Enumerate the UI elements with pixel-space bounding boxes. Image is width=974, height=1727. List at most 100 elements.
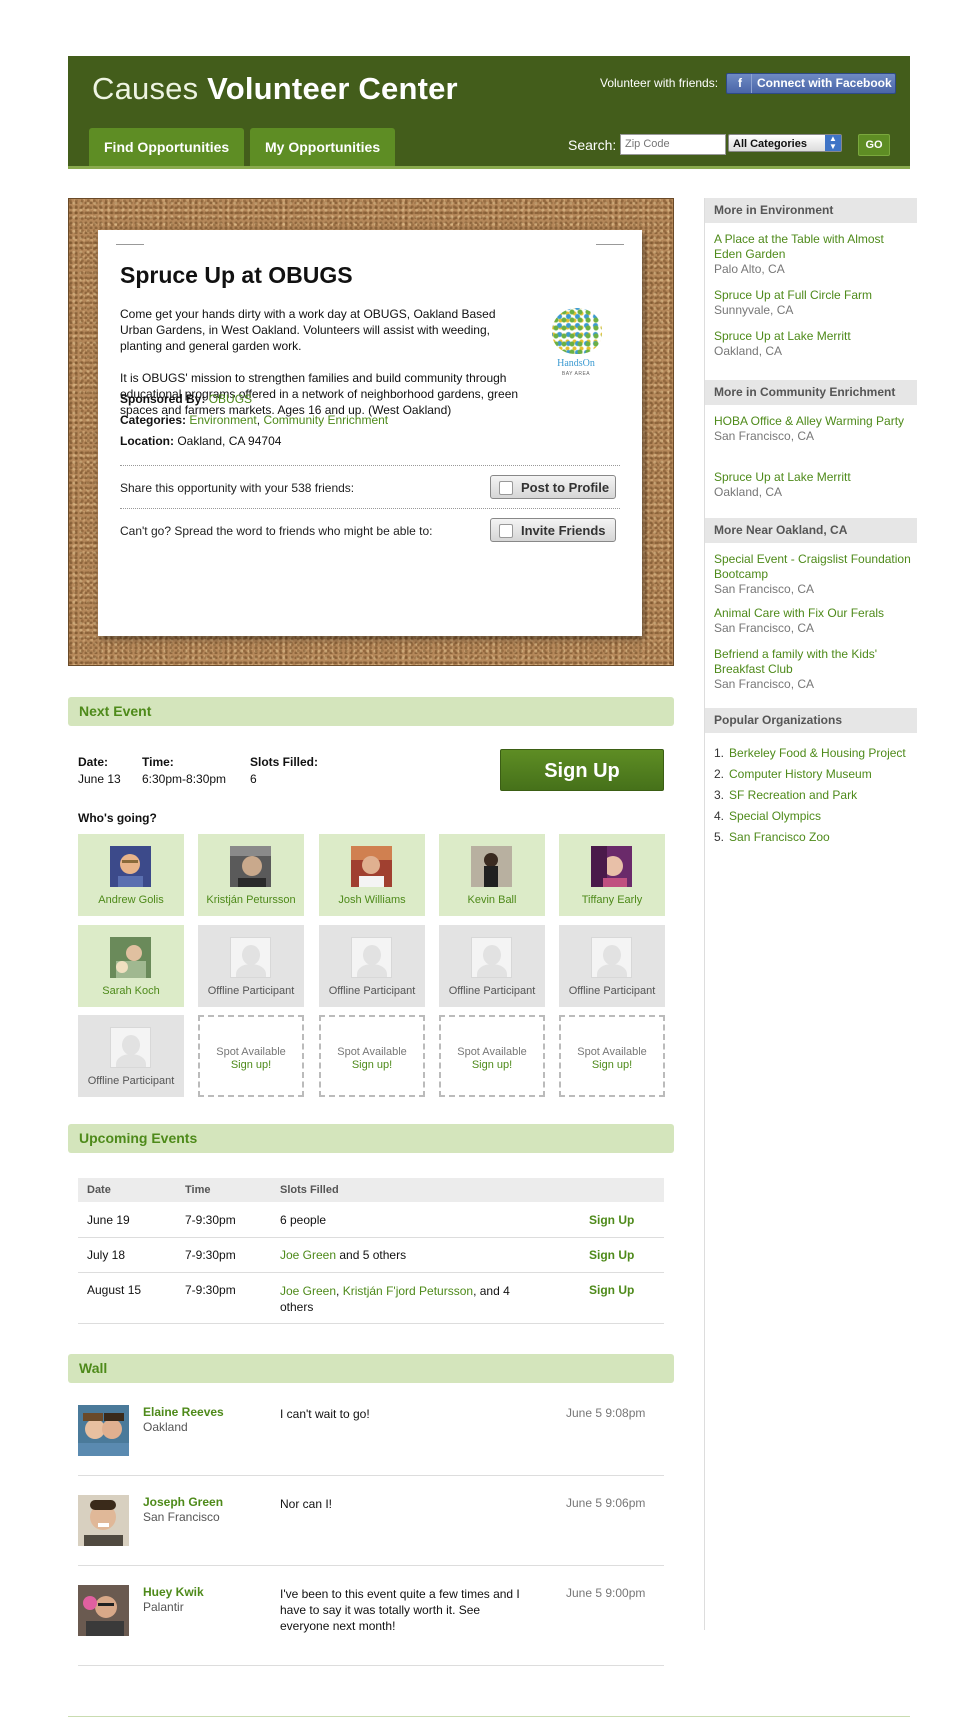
sidebar-item-title[interactable]: Spruce Up at Lake Merritt xyxy=(714,329,914,344)
logo-subtitle: BAY AREA xyxy=(561,371,591,377)
participant-tile[interactable]: Andrew Golis xyxy=(78,834,184,916)
popular-org-item[interactable]: 1. Berkeley Food & Housing Project xyxy=(714,746,906,760)
sidebar-item[interactable]: A Place at the Table with Almost Eden Ga… xyxy=(714,232,914,277)
popular-org-name[interactable]: SF Recreation and Park xyxy=(729,788,857,802)
upcoming-events-heading: Upcoming Events xyxy=(68,1124,674,1153)
sidebar-item[interactable]: Spruce Up at Lake Merritt Oakland, CA xyxy=(714,470,914,500)
participant-tile[interactable]: Kristján Petursson xyxy=(198,834,304,916)
friend-link[interactable]: Kristján F'jord Petursson xyxy=(343,1284,473,1298)
handson-bay-area-logo: HandsOn BAY AREA xyxy=(544,308,608,384)
location-label: Location: xyxy=(120,434,174,448)
description-paragraph-1: Come get your hands dirty with a work da… xyxy=(120,307,496,353)
post-timestamp: June 5 9:00pm xyxy=(566,1586,646,1600)
sidebar-item-title[interactable]: Spruce Up at Lake Merritt xyxy=(714,470,914,485)
default-avatar-icon xyxy=(591,937,632,978)
date-value: June 13 xyxy=(78,772,121,786)
popular-org-name[interactable]: Special Olympics xyxy=(729,809,821,823)
popular-org-item[interactable]: 2. Computer History Museum xyxy=(714,767,872,781)
popular-org-name[interactable]: Computer History Museum xyxy=(729,767,872,781)
sidebar-heading-environment: More in Environment xyxy=(705,198,917,223)
sidebar: More in Environment A Place at the Table… xyxy=(704,198,917,1630)
post-message: I can't wait to go! xyxy=(280,1407,370,1421)
row-slots: Joe Green and 5 others xyxy=(280,1248,406,1262)
table-header: Date Time Slots Filled xyxy=(78,1178,664,1202)
sidebar-item[interactable]: Special Event - Craigslist Foundation Bo… xyxy=(714,552,914,597)
sidebar-item-title[interactable]: Special Event - Craigslist Foundation Bo… xyxy=(714,552,914,582)
logo-name: HandsOn xyxy=(557,358,595,369)
sidebar-item[interactable]: Animal Care with Fix Our Ferals San Fran… xyxy=(714,606,914,636)
participant-tile[interactable]: Sarah Koch xyxy=(78,925,184,1007)
offline-participant-tile: Offline Participant xyxy=(559,925,665,1007)
divider xyxy=(120,508,620,509)
popular-org-number: 2. xyxy=(714,767,725,781)
spot-sign-up-link[interactable]: Sign up! xyxy=(200,1059,302,1071)
whos-going-label: Who's going? xyxy=(78,811,157,825)
offline-participant-tile: Offline Participant xyxy=(78,1015,184,1097)
invite-friends-button[interactable]: Invite Friends xyxy=(490,518,616,542)
poster-location: Oakland xyxy=(143,1420,188,1434)
spot-available-tile[interactable]: Spot Available Sign up! xyxy=(559,1015,665,1097)
popular-org-item[interactable]: 4. Special Olympics xyxy=(714,809,821,823)
spot-sign-up-link[interactable]: Sign up! xyxy=(441,1059,543,1071)
spot-available-tile[interactable]: Spot Available Sign up! xyxy=(319,1015,425,1097)
participant-tile[interactable]: Kevin Ball xyxy=(439,834,545,916)
post-to-profile-label: Post to Profile xyxy=(521,480,610,495)
popular-org-number: 3. xyxy=(714,788,725,802)
sidebar-item-title[interactable]: Animal Care with Fix Our Ferals xyxy=(714,606,914,621)
avatar xyxy=(78,1495,129,1546)
sidebar-heading-near: More Near Oakland, CA xyxy=(705,518,917,543)
column-slots: Slots Filled xyxy=(280,1184,339,1196)
poster-name[interactable]: Joseph Green xyxy=(143,1495,223,1509)
post-to-profile-button[interactable]: Post to Profile xyxy=(490,475,616,499)
poster-name[interactable]: Huey Kwik xyxy=(143,1585,204,1599)
category-link-community[interactable]: Community Enrichment xyxy=(263,413,388,427)
avatar xyxy=(230,846,271,887)
sidebar-item-title[interactable]: A Place at the Table with Almost Eden Ga… xyxy=(714,232,914,262)
row-sign-up-link[interactable]: Sign Up xyxy=(589,1248,634,1262)
footer-divider xyxy=(68,1716,910,1717)
slots-rest: and 5 others xyxy=(336,1248,407,1262)
sidebar-item-title[interactable]: Spruce Up at Full Circle Farm xyxy=(714,288,914,303)
popular-org-item[interactable]: 3. SF Recreation and Park xyxy=(714,788,857,802)
sidebar-item-title[interactable]: HOBA Office & Alley Warming Party xyxy=(714,414,914,429)
zip-code-input[interactable] xyxy=(620,134,726,155)
participant-tile[interactable]: Josh Williams xyxy=(319,834,425,916)
location: Location: Oakland, CA 94704 xyxy=(120,434,281,448)
spot-available-tile[interactable]: Spot Available Sign up! xyxy=(198,1015,304,1097)
spot-available-tile[interactable]: Spot Available Sign up! xyxy=(439,1015,545,1097)
sidebar-item[interactable]: HOBA Office & Alley Warming Party San Fr… xyxy=(714,414,914,444)
friend-link[interactable]: Joe Green xyxy=(280,1284,336,1298)
tab-find-opportunities[interactable]: Find Opportunities xyxy=(89,128,245,166)
go-button[interactable]: GO xyxy=(858,134,890,156)
site-title[interactable]: Causes Volunteer Center xyxy=(92,71,458,107)
sponsor-link[interactable]: OBUGS xyxy=(209,392,252,406)
category-select[interactable]: All Categories ▲ ▼ xyxy=(728,134,842,152)
table-row: August 15 7-9:30pm Joe Green, Kristján F… xyxy=(78,1272,664,1324)
popular-org-name[interactable]: San Francisco Zoo xyxy=(729,830,830,844)
participant-tile[interactable]: Tiffany Early xyxy=(559,834,665,916)
slots-label: Slots Filled: xyxy=(250,755,319,769)
participant-name: Offline Participant xyxy=(568,985,656,997)
sidebar-item-title[interactable]: Befriend a family with the Kids' Breakfa… xyxy=(714,647,914,677)
location-value: Oakland, CA 94704 xyxy=(177,434,282,448)
poster-name[interactable]: Elaine Reeves xyxy=(143,1405,224,1419)
friend-link[interactable]: Joe Green xyxy=(280,1248,336,1262)
connect-facebook-button[interactable]: f Connect with Facebook xyxy=(726,73,896,94)
sign-up-button[interactable]: Sign Up xyxy=(500,749,664,791)
row-sign-up-link[interactable]: Sign Up xyxy=(589,1283,634,1297)
handson-logo-dots xyxy=(552,308,602,354)
popular-org-item[interactable]: 5. San Francisco Zoo xyxy=(714,830,830,844)
search-label: Search: xyxy=(568,137,617,153)
popular-org-name[interactable]: Berkeley Food & Housing Project xyxy=(729,746,906,760)
row-sign-up-link[interactable]: Sign Up xyxy=(589,1213,634,1227)
sidebar-item-location: Palo Alto, CA xyxy=(714,262,785,276)
sidebar-item[interactable]: Spruce Up at Full Circle Farm Sunnyvale,… xyxy=(714,288,914,318)
tab-my-opportunities[interactable]: My Opportunities xyxy=(250,128,396,166)
category-separator: , xyxy=(256,413,261,427)
category-link-environment[interactable]: Environment xyxy=(189,413,256,427)
spot-sign-up-link[interactable]: Sign up! xyxy=(321,1059,423,1071)
avatar xyxy=(110,846,151,887)
sidebar-item[interactable]: Befriend a family with the Kids' Breakfa… xyxy=(714,647,914,692)
spot-sign-up-link[interactable]: Sign up! xyxy=(561,1059,663,1071)
sidebar-item[interactable]: Spruce Up at Lake Merritt Oakland, CA xyxy=(714,329,914,359)
